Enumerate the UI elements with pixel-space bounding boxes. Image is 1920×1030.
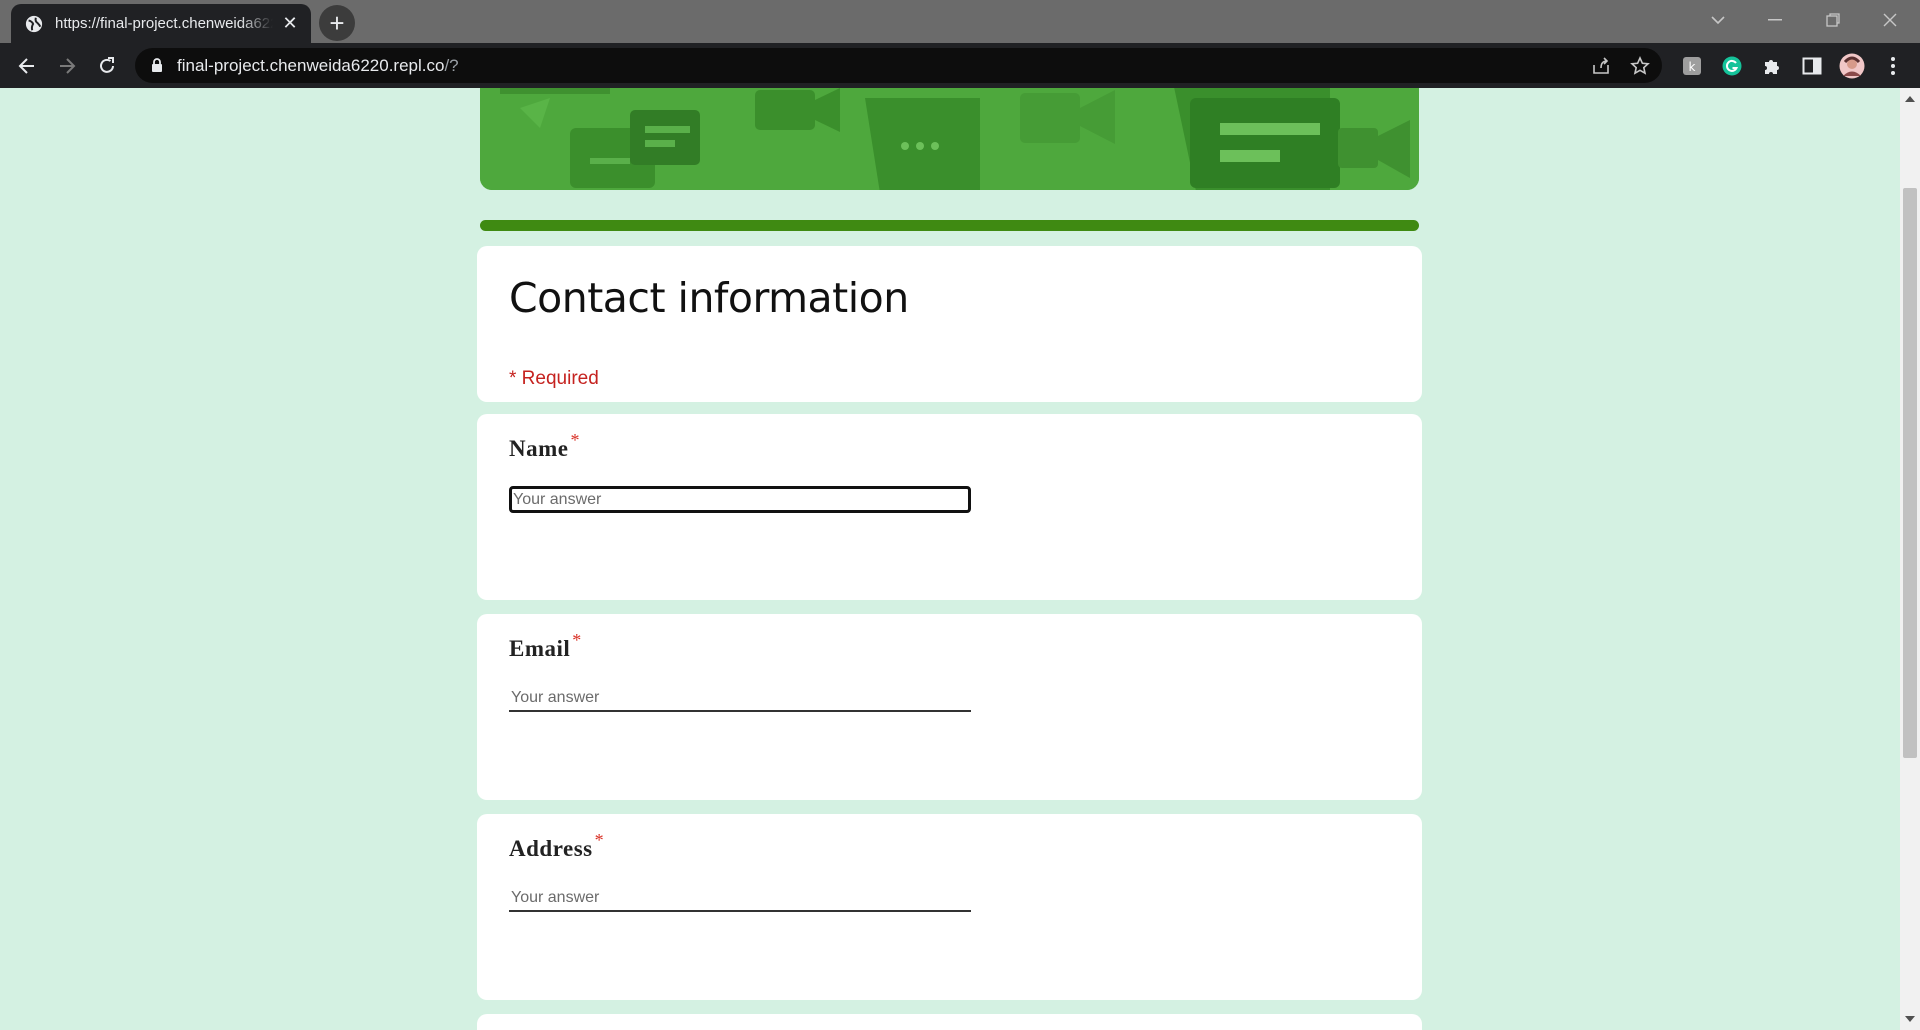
profile-avatar[interactable]: [1839, 53, 1865, 79]
email-input[interactable]: [509, 686, 971, 712]
browser-toolbar: final-project.chenweida6220.repl.co/? k: [0, 43, 1920, 88]
address-input[interactable]: [509, 886, 971, 912]
back-button[interactable]: [10, 49, 44, 83]
question-card-email: Email *: [477, 614, 1422, 800]
share-icon[interactable]: [1590, 56, 1612, 76]
scroll-down-arrow[interactable]: [1900, 1010, 1920, 1028]
restore-button[interactable]: [1805, 0, 1861, 40]
form-header-card: Contact information * Required: [477, 246, 1422, 402]
question-card-address: Address *: [477, 814, 1422, 1000]
lock-icon: [152, 58, 162, 72]
bookmark-star-icon[interactable]: [1629, 56, 1651, 76]
tab-strip: https://final-project.chenweida6220.repl…: [0, 0, 1920, 43]
address-bar[interactable]: final-project.chenweida6220.repl.co/?: [135, 48, 1662, 83]
close-tab-icon[interactable]: ✕: [279, 13, 301, 35]
side-panel-icon[interactable]: [1799, 53, 1825, 79]
browser-tab[interactable]: https://final-project.chenweida6220.repl…: [11, 4, 311, 43]
page-scrollbar[interactable]: [1900, 88, 1920, 1030]
svg-text:k: k: [1689, 60, 1696, 74]
page-content: Contact information * Required Name* Ema…: [0, 88, 1900, 1030]
scrollbar-thumb[interactable]: [1903, 188, 1917, 758]
close-window-button[interactable]: [1862, 0, 1918, 40]
url-text: final-project.chenweida6220.repl.co/?: [177, 56, 459, 75]
question-label-name: Name *: [509, 430, 580, 461]
forward-button[interactable]: [50, 49, 84, 83]
question-card-next: [477, 1014, 1422, 1030]
question-card-name: Name *: [477, 414, 1422, 600]
menu-kebab-icon[interactable]: [1880, 53, 1906, 79]
tab-search-icon[interactable]: [1690, 0, 1746, 40]
required-star: *: [594, 830, 605, 850]
question-label-address: Address *: [509, 830, 605, 861]
puzzle-icon[interactable]: [1759, 53, 1785, 79]
new-tab-button[interactable]: +: [319, 5, 355, 41]
header-banner-image: [480, 88, 1419, 190]
name-input[interactable]: [509, 486, 971, 513]
form-title: Contact information: [509, 274, 909, 322]
extension-icon[interactable]: k: [1679, 53, 1705, 79]
minimize-button[interactable]: [1747, 0, 1803, 40]
required-star: *: [570, 430, 580, 450]
reload-button[interactable]: [90, 49, 124, 83]
tab-title: https://final-project.chenweida6220.repl…: [55, 15, 273, 32]
globe-icon: [25, 15, 43, 32]
grammarly-icon[interactable]: [1719, 53, 1745, 79]
required-star: *: [572, 630, 582, 650]
scroll-up-arrow[interactable]: [1900, 90, 1920, 108]
required-note: * Required: [509, 368, 599, 389]
form-accent-bar: [480, 220, 1419, 231]
question-label-email: Email *: [509, 630, 582, 661]
